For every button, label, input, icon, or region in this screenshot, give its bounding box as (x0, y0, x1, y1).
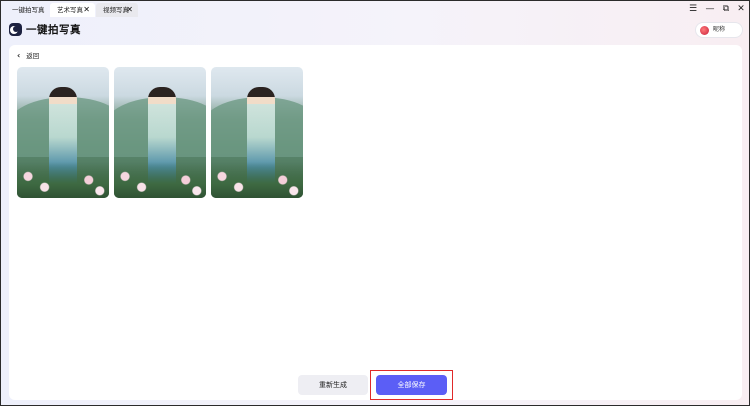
tab-label: 视频写真 (103, 6, 129, 14)
app-logo-icon (9, 23, 22, 36)
tab-label: 艺术写真 (57, 6, 83, 14)
result-photo-3[interactable] (211, 67, 303, 198)
menu-icon[interactable]: ☰ (687, 3, 699, 15)
app-window: 一键拍写真 艺术写真 ✕ 视频写真 ✕ ☰ — ⧉ ✕ 一键拍写真 昵称 ‹ 返回 (0, 0, 750, 406)
photo-foreground (17, 162, 109, 198)
tab-art-portrait[interactable]: 艺术写真 ✕ (50, 3, 95, 17)
close-icon[interactable]: ✕ (83, 3, 90, 17)
minimize-icon[interactable]: — (704, 3, 716, 15)
back-button[interactable]: ‹ 返回 (17, 50, 39, 60)
chevron-left-icon: ‹ (17, 51, 21, 60)
result-photo-1[interactable] (17, 67, 109, 198)
user-name: 昵称 (713, 26, 726, 33)
results-panel: ‹ 返回 重新生成 全部保存 (9, 45, 742, 400)
tab-one-click-portrait[interactable]: 一键拍写真 (5, 3, 45, 17)
tab-label: 一键拍写真 (12, 6, 45, 14)
regenerate-button[interactable]: 重新生成 (298, 375, 368, 395)
tab-video-portrait[interactable]: 视频写真 ✕ (96, 3, 138, 17)
photo-foreground (211, 162, 303, 198)
tab-bar: 一键拍写真 艺术写真 ✕ 视频写真 ✕ ☰ — ⧉ ✕ (1, 1, 749, 18)
close-window-icon[interactable]: ✕ (735, 3, 747, 15)
user-profile-button[interactable]: 昵称 (696, 23, 742, 37)
close-icon[interactable]: ✕ (126, 3, 133, 17)
result-photo-2[interactable] (114, 67, 206, 198)
highlight-box (370, 370, 453, 400)
app-title: 一键拍写真 (26, 24, 81, 36)
restore-icon[interactable]: ⧉ (720, 3, 732, 15)
back-label: 返回 (26, 52, 40, 60)
avatar (700, 26, 709, 35)
photo-foreground (114, 162, 206, 198)
